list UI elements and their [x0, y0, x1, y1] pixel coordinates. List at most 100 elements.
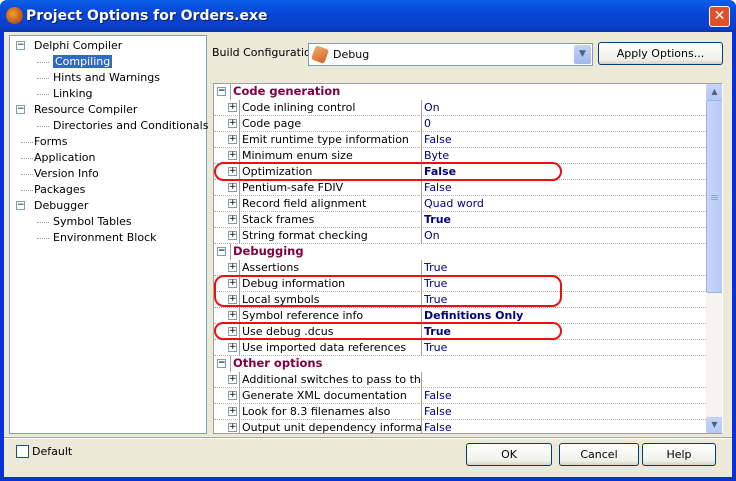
scroll-down-icon[interactable]: ▼: [706, 417, 722, 433]
grid-row[interactable]: + Code inlining control On: [214, 100, 706, 116]
scroll-thumb[interactable]: ≡: [706, 100, 722, 293]
grid-row[interactable]: + Look for 8.3 filenames also False: [214, 404, 706, 420]
wrench-icon: [310, 45, 330, 64]
property-value[interactable]: 0: [421, 116, 706, 132]
apply-options-button[interactable]: Apply Options...: [598, 42, 723, 65]
options-grid[interactable]: ▲ ≡ ▼ − Code generation + Code inlining con…: [213, 83, 723, 434]
build-configuration-label: Build Configuration: [212, 46, 318, 59]
options-tree[interactable]: Delphi Compiler − Compiling Hints and Warni…: [9, 35, 208, 434]
property-value[interactable]: False: [421, 420, 706, 433]
expand-icon[interactable]: +: [228, 151, 237, 160]
tree-connector: [21, 174, 33, 175]
cancel-button[interactable]: Cancel: [559, 443, 639, 466]
grid-row[interactable]: + Assertions True: [214, 260, 706, 276]
property-value[interactable]: False: [421, 164, 706, 180]
build-configuration-combo[interactable]: Debug ▼: [308, 43, 593, 66]
property-value[interactable]: Definitions Only: [421, 308, 706, 324]
grid-row[interactable]: + Stack frames True: [214, 212, 706, 228]
expand-icon[interactable]: +: [228, 343, 237, 352]
grid-row[interactable]: + Local symbols True: [214, 292, 706, 308]
grid-row[interactable]: + String format checking On: [214, 228, 706, 244]
expand-icon[interactable]: +: [228, 311, 237, 320]
expand-icon[interactable]: +: [228, 135, 237, 144]
expand-icon[interactable]: +: [228, 391, 237, 400]
expand-icon[interactable]: +: [228, 327, 237, 336]
expand-icon[interactable]: +: [228, 103, 237, 112]
vertical-scrollbar[interactable]: ▲ ≡ ▼: [706, 84, 722, 433]
grid-row[interactable]: + Record field alignment Quad word: [214, 196, 706, 212]
grid-row[interactable]: +Additional switches to pass to the comp…: [214, 372, 706, 388]
collapse-icon[interactable]: −: [16, 41, 25, 50]
grid-category[interactable]: − Other options: [214, 356, 706, 372]
property-value[interactable]: On: [421, 100, 706, 116]
tree-item[interactable]: Forms: [34, 134, 67, 150]
grid-row[interactable]: + Code page 0: [214, 116, 706, 132]
tree-item[interactable]: Resource Compiler: [34, 102, 137, 118]
ok-button[interactable]: OK: [466, 443, 552, 466]
close-button[interactable]: ✕: [709, 6, 730, 27]
property-value[interactable]: On: [421, 228, 706, 244]
grid-row[interactable]: + Optimization False: [214, 164, 706, 180]
title-bar[interactable]: Project Options for Orders.exe ✕: [0, 0, 736, 32]
grid-row[interactable]: + Minimum enum size Byte: [214, 148, 706, 164]
expand-icon[interactable]: +: [228, 263, 237, 272]
grid-category[interactable]: − Code generation: [214, 84, 706, 100]
property-value[interactable]: True: [421, 260, 706, 276]
scroll-up-icon[interactable]: ▲: [706, 84, 722, 100]
grid-row[interactable]: + Use debug .dcus True: [214, 324, 706, 340]
expand-icon[interactable]: +: [228, 167, 237, 176]
property-value[interactable]: False: [421, 404, 706, 420]
property-name: Look for 8.3 filenames also: [239, 404, 422, 420]
property-value[interactable]: Byte: [421, 148, 706, 164]
tree-item[interactable]: Environment Block: [53, 230, 157, 246]
collapse-icon[interactable]: −: [16, 105, 25, 114]
grid-row[interactable]: +Output unit dependency informationFalse: [214, 420, 706, 433]
collapse-icon[interactable]: −: [16, 201, 25, 210]
property-value[interactable]: True: [421, 292, 706, 308]
grid-row[interactable]: + Use imported data references True: [214, 340, 706, 356]
expand-icon[interactable]: +: [228, 119, 237, 128]
expand-icon[interactable]: +: [228, 199, 237, 208]
property-value[interactable]: True: [421, 340, 706, 356]
collapse-icon[interactable]: −: [217, 87, 226, 96]
grid-category[interactable]: − Debugging: [214, 244, 706, 260]
tree-item[interactable]: Compiling: [53, 54, 113, 70]
tree-item[interactable]: Symbol Tables: [53, 214, 132, 230]
expand-icon[interactable]: +: [228, 215, 237, 224]
tree-item[interactable]: Linking: [53, 86, 93, 102]
tree-item[interactable]: Application: [34, 150, 95, 166]
property-value[interactable]: True: [421, 212, 706, 228]
tree-item[interactable]: Packages: [34, 182, 85, 198]
tree-item[interactable]: Hints and Warnings: [53, 70, 160, 86]
property-value[interactable]: True: [421, 324, 706, 340]
property-value[interactable]: Quad word: [421, 196, 706, 212]
help-button[interactable]: Help: [642, 443, 716, 466]
expand-icon[interactable]: +: [228, 375, 237, 384]
grid-row[interactable]: + Debug information True: [214, 276, 706, 292]
grid-row[interactable]: + Symbol reference info Definitions Only: [214, 308, 706, 324]
chevron-down-icon[interactable]: ▼: [574, 45, 591, 64]
grid-row[interactable]: + Emit runtime type information False: [214, 132, 706, 148]
property-value[interactable]: [421, 372, 706, 388]
property-name: Optimization: [239, 164, 422, 180]
grid-row[interactable]: + Generate XML documentation False: [214, 388, 706, 404]
property-value[interactable]: False: [421, 180, 706, 196]
tree-item[interactable]: Version Info: [34, 166, 99, 182]
expand-icon[interactable]: +: [228, 183, 237, 192]
expand-icon[interactable]: +: [228, 423, 237, 432]
property-name: Stack frames: [239, 212, 422, 228]
default-checkbox[interactable]: [16, 445, 29, 458]
expand-icon[interactable]: +: [228, 279, 237, 288]
tree-item[interactable]: Debugger: [34, 198, 88, 214]
grid-row[interactable]: + Pentium-safe FDIV False: [214, 180, 706, 196]
expand-icon[interactable]: +: [228, 295, 237, 304]
property-value[interactable]: True: [421, 276, 706, 292]
expand-icon[interactable]: +: [228, 231, 237, 240]
expand-icon[interactable]: +: [228, 407, 237, 416]
collapse-icon[interactable]: −: [217, 247, 226, 256]
tree-item[interactable]: Delphi Compiler: [34, 38, 122, 54]
collapse-icon[interactable]: −: [217, 359, 226, 368]
tree-item[interactable]: Directories and Conditionals: [53, 118, 208, 134]
property-value[interactable]: False: [421, 132, 706, 148]
property-value[interactable]: False: [421, 388, 706, 404]
